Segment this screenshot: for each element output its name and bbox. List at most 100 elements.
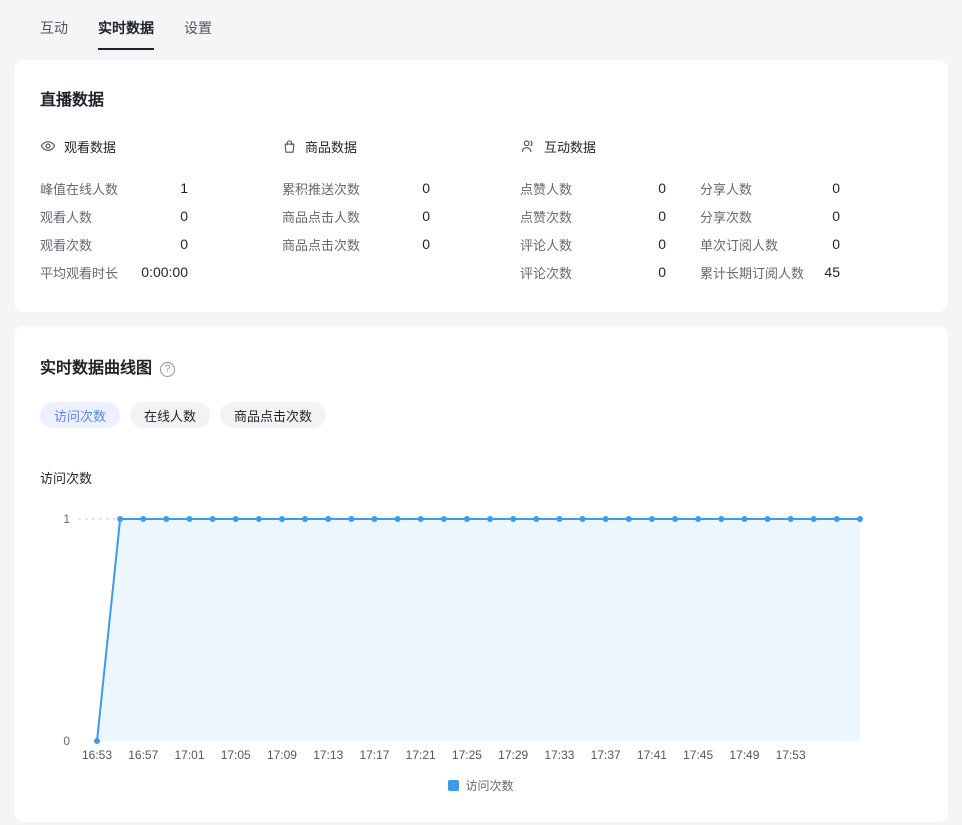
chart-point: [533, 516, 539, 522]
chart-point: [163, 516, 169, 522]
chart-point: [395, 516, 401, 522]
y-tick-label: 1: [63, 512, 70, 526]
chart-point: [325, 516, 331, 522]
stat-row: 峰值在线人数1: [40, 174, 188, 202]
y-tick-label: 0: [63, 734, 70, 748]
chart-point: [210, 516, 216, 522]
chart-point: [256, 516, 262, 522]
live-data-card: 直播数据 观看数据峰值在线人数1观看人数0观看次数0平均观看时长0:00:00商…: [14, 60, 948, 312]
eye-icon: [40, 138, 56, 154]
legend-swatch[interactable]: [448, 780, 459, 791]
x-tick-label: 17:17: [359, 748, 389, 762]
chart-point: [117, 516, 123, 522]
stat-value: 0: [422, 180, 430, 196]
chart-card: 实时数据曲线图 ? 访问次数在线人数商品点击次数 访问次数 0116:5316:…: [14, 326, 948, 822]
chart-point: [441, 516, 447, 522]
x-tick-label: 17:01: [174, 748, 204, 762]
chart-point: [695, 516, 701, 522]
stat-value: 45: [824, 264, 840, 280]
chart-area: 0116:5316:5717:0117:0517:0917:1317:1717:…: [40, 497, 922, 794]
live-data-sections: 观看数据峰值在线人数1观看人数0观看次数0平均观看时长0:00:00商品数据累积…: [40, 136, 922, 286]
stat-label: 累积推送次数: [282, 179, 360, 198]
chart-point: [279, 516, 285, 522]
stat-value: 0: [832, 236, 840, 252]
tab-2[interactable]: 实时数据: [98, 18, 154, 50]
stat-label: 评论人数: [520, 235, 572, 254]
stat-value: 0: [180, 208, 188, 224]
stat-label: 评论次数: [520, 263, 572, 282]
stat-label: 点赞人数: [520, 179, 572, 198]
live-data-title: 直播数据: [40, 90, 922, 112]
stat-label: 分享次数: [700, 207, 752, 226]
chart-point: [302, 516, 308, 522]
stat-row: 评论次数0: [520, 258, 666, 286]
stat-row: 评论人数 0: [520, 230, 666, 258]
chart-series-label: 访问次数: [40, 468, 922, 487]
chart-point: [603, 516, 609, 522]
x-tick-label: 17:13: [313, 748, 343, 762]
x-tick-label: 17:45: [683, 748, 713, 762]
x-tick-label: 16:57: [128, 748, 158, 762]
stat-row: 商品点击人数 0: [282, 202, 430, 230]
chart-point: [649, 516, 655, 522]
chart-point: [811, 516, 817, 522]
stat-label: 观看次数: [40, 235, 92, 254]
line-chart-svg: 0116:5316:5717:0117:0517:0917:1317:1717:…: [40, 497, 922, 769]
chart-pills: 访问次数在线人数商品点击次数: [40, 402, 922, 428]
stat-section: 互动数据点赞人数0点赞次数0评论人数0评论次数0分享人数0分享次数0单次订阅人数…: [520, 136, 922, 286]
chart-point: [672, 516, 678, 522]
x-tick-label: 17:37: [591, 748, 621, 762]
chart-point: [94, 738, 100, 744]
chart-area-fill: [97, 519, 860, 741]
stat-row: 商品点击次数0: [282, 230, 430, 258]
stat-value: 0: [422, 208, 430, 224]
stat-label: 观看人数: [40, 207, 92, 226]
section-header: 观看数据: [40, 136, 282, 156]
stat-row: 点赞人数 0: [520, 174, 666, 202]
tab-bar: 互动实时数据设置: [0, 0, 962, 50]
stat-section: 观看数据峰值在线人数1 观看人数 0 观看次数0平均观看时长0:00:00: [40, 136, 282, 286]
x-tick-label: 17:33: [544, 748, 574, 762]
stat-value: 0: [658, 180, 666, 196]
x-tick-label: 17:25: [452, 748, 482, 762]
stat-value: 0:00:00: [141, 264, 188, 280]
chart-point: [834, 516, 840, 522]
stat-row: 单次订阅人数0: [700, 230, 840, 258]
stat-value: 0: [658, 208, 666, 224]
chart-point: [510, 516, 516, 522]
stat-value: 1: [180, 180, 188, 196]
section-header: 互动数据: [520, 136, 922, 156]
chart-pill-2[interactable]: 在线人数: [130, 402, 210, 428]
x-tick-label: 17:53: [776, 748, 806, 762]
section-title: 互动数据: [544, 137, 596, 156]
tab-3[interactable]: 设置: [184, 18, 212, 50]
chart-point: [580, 516, 586, 522]
stat-label: 累计长期订阅人数: [700, 263, 804, 282]
chart-pill-1[interactable]: 访问次数: [40, 402, 120, 428]
chart-point: [857, 516, 863, 522]
x-tick-label: 17:41: [637, 748, 667, 762]
chart-point: [626, 516, 632, 522]
x-tick-label: 17:29: [498, 748, 528, 762]
stat-row: 观看人数 0: [40, 202, 188, 230]
chart-point: [718, 516, 724, 522]
stat-row: 累计长期订阅人数 45: [700, 258, 840, 286]
chart-card-title: 实时数据曲线图: [40, 358, 152, 380]
stat-row: 观看次数0: [40, 230, 188, 258]
section-header: 商品数据: [282, 136, 520, 156]
help-icon[interactable]: ?: [160, 362, 175, 377]
stat-label: 分享人数: [700, 179, 752, 198]
stat-value: 0: [658, 236, 666, 252]
chart-point: [186, 516, 192, 522]
chart-point: [464, 516, 470, 522]
chart-pill-3[interactable]: 商品点击次数: [220, 402, 326, 428]
stat-label: 商品点击人数: [282, 207, 360, 226]
x-tick-label: 17:21: [406, 748, 436, 762]
stat-section: 商品数据累积推送次数 0 商品点击人数 0 商品点击次数0: [282, 136, 520, 286]
tab-1[interactable]: 互动: [40, 18, 68, 50]
x-tick-label: 17:09: [267, 748, 297, 762]
stat-label: 点赞次数: [520, 207, 572, 226]
stat-row: 平均观看时长0:00:00: [40, 258, 188, 286]
legend-label[interactable]: 访问次数: [465, 777, 513, 794]
chart-point: [140, 516, 146, 522]
